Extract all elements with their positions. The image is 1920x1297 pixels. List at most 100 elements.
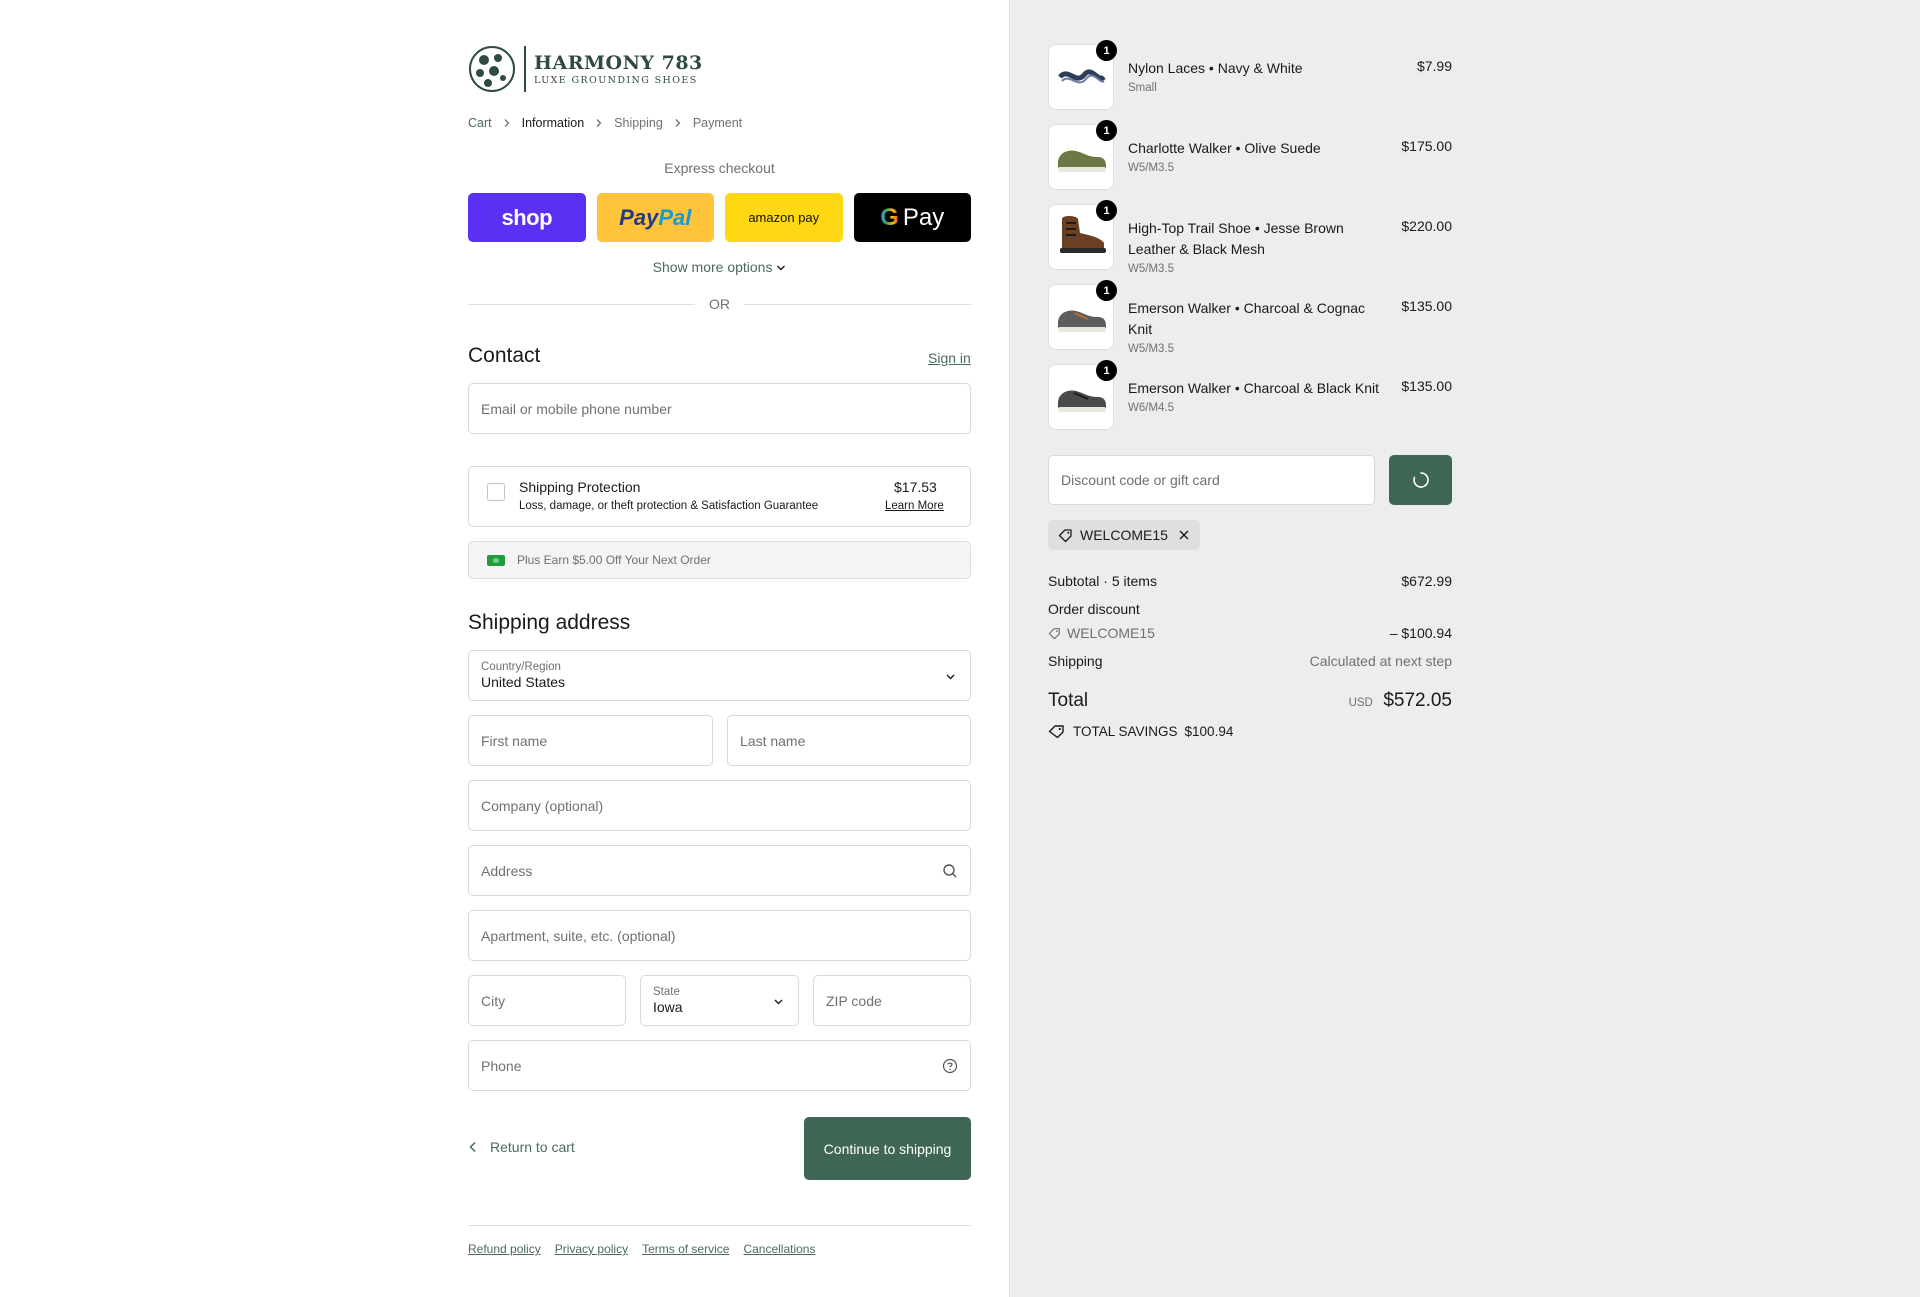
- first-name-field[interactable]: [468, 715, 713, 766]
- last-name-field[interactable]: [727, 715, 971, 766]
- amazon-pay-button[interactable]: amazon pay: [725, 193, 843, 242]
- cancellations-link[interactable]: Cancellations: [743, 1242, 815, 1256]
- item-name: Nylon Laces • Navy & White: [1128, 60, 1303, 76]
- learn-more-link[interactable]: Learn More: [885, 500, 944, 512]
- item-info: Nylon Laces • Navy & White Small: [1128, 58, 1388, 97]
- brand-name: HARMONY 783: [534, 52, 703, 74]
- express-checkout-buttons: shop Pay Pal amazon pay G Pay: [468, 193, 971, 242]
- apartment-field[interactable]: [468, 910, 971, 961]
- item-variant: W6/M4.5: [1128, 402, 1175, 414]
- paypal-label-pal: Pal: [658, 204, 692, 230]
- item-price: $220.00: [1401, 218, 1452, 234]
- subtotal-label: Subtotal · 5 items: [1048, 573, 1157, 589]
- state-value: Iowa: [653, 999, 683, 1015]
- phone-field[interactable]: [468, 1040, 971, 1091]
- apartment-input[interactable]: [481, 927, 958, 944]
- or-divider: OR: [468, 296, 971, 312]
- state-select[interactable]: State Iowa: [640, 975, 799, 1026]
- express-checkout-label: Express checkout: [664, 160, 775, 176]
- applied-discount-chip: WELCOME15: [1048, 520, 1200, 550]
- logo-divider: [524, 46, 526, 92]
- shoe-image: [1058, 310, 1106, 332]
- email-input[interactable]: [481, 400, 958, 417]
- product-thumbnail: 1: [1048, 40, 1117, 110]
- breadcrumb-information: Information: [521, 116, 585, 130]
- total-label: Total: [1048, 690, 1089, 711]
- last-name-input[interactable]: [740, 732, 958, 749]
- terms-of-service-link[interactable]: Terms of service: [642, 1242, 729, 1256]
- item-price: $7.99: [1416, 58, 1452, 74]
- item-name: Charlotte Walker • Olive Suede: [1128, 140, 1321, 156]
- savings-label: TOTAL SAVINGS: [1073, 724, 1178, 739]
- item-price: $175.00: [1401, 138, 1452, 154]
- rewards-banner: Plus Earn $5.00 Off Your Next Order: [468, 541, 971, 579]
- return-to-cart-link[interactable]: Return to cart: [468, 1139, 575, 1155]
- sign-in-link[interactable]: Sign in: [928, 350, 971, 366]
- phone-input[interactable]: [481, 1057, 958, 1074]
- help-circle-icon[interactable]: [942, 1058, 958, 1074]
- shipping-protection-checkbox[interactable]: [487, 483, 505, 501]
- breadcrumb-payment: Payment: [692, 116, 743, 130]
- zip-field[interactable]: [813, 975, 971, 1026]
- protection-subtitle: Loss, damage, or theft protection & Sati…: [519, 500, 819, 512]
- google-pay-label: Pay: [902, 203, 945, 231]
- breadcrumb-cart[interactable]: Cart: [468, 116, 492, 130]
- or-label: OR: [709, 296, 730, 312]
- close-icon[interactable]: [1178, 529, 1190, 541]
- company-field[interactable]: [468, 780, 971, 831]
- first-name-input[interactable]: [481, 732, 700, 749]
- total-row: Total USD $572.05: [1048, 690, 1452, 712]
- logo-icon: [469, 46, 515, 92]
- item-price: $135.00: [1401, 378, 1452, 394]
- product-thumbnail: 1: [1048, 360, 1117, 430]
- item-name: Emerson Walker • Charcoal & Black Knit: [1128, 380, 1380, 396]
- order-discount-row: Order discount: [1048, 601, 1452, 617]
- chevron-right-icon: [596, 119, 602, 127]
- chevron-down-icon: [777, 265, 786, 271]
- tag-icon: [1048, 627, 1060, 639]
- quantity-badge: 1: [1096, 120, 1117, 141]
- shipping-row: Shipping Calculated at next step: [1048, 653, 1452, 669]
- apply-discount-button[interactable]: [1389, 455, 1452, 505]
- country-value: United States: [481, 674, 566, 690]
- brand-tagline: LUXE GROUNDING SHOES: [534, 75, 698, 86]
- discount-input[interactable]: [1061, 472, 1362, 488]
- shoe-image: [1058, 390, 1106, 412]
- product-thumbnail: 1: [1048, 280, 1117, 350]
- item-variant: W5/M3.5: [1128, 343, 1175, 355]
- company-input[interactable]: [481, 797, 958, 814]
- show-more-options-button[interactable]: Show more options: [468, 259, 971, 275]
- chevron-left-icon: [469, 1141, 476, 1153]
- paypal-button[interactable]: Pay Pal: [596, 193, 714, 242]
- google-pay-button[interactable]: G Pay: [853, 193, 971, 242]
- logo-text: HARMONY 783 LUXE GROUNDING SHOES: [534, 52, 703, 86]
- refund-policy-link[interactable]: Refund policy: [468, 1242, 541, 1256]
- zip-input[interactable]: [826, 992, 958, 1009]
- amazon-pay-label: amazon pay: [748, 210, 820, 225]
- applied-code: WELCOME15: [1080, 527, 1168, 543]
- rewards-text: Plus Earn $5.00 Off Your Next Order: [517, 553, 711, 567]
- footer-links: Refund policy Privacy policy Terms of se…: [468, 1225, 971, 1256]
- item-name: High-Top Trail Shoe • Jesse Brown Leathe…: [1128, 220, 1344, 257]
- protection-title: Shipping Protection: [519, 479, 641, 495]
- email-field[interactable]: [468, 383, 971, 434]
- shipping-address-heading: Shipping address: [468, 611, 631, 634]
- total-value: $572.05: [1383, 690, 1452, 711]
- city-field[interactable]: [468, 975, 626, 1026]
- chevron-down-icon: [946, 674, 955, 680]
- item-name: Emerson Walker • Charcoal & Cognac Knit: [1128, 300, 1366, 337]
- address-input[interactable]: [481, 862, 958, 879]
- discount-value: – $100.94: [1389, 625, 1452, 641]
- country-select[interactable]: Country/Region United States: [468, 650, 971, 701]
- privacy-policy-link[interactable]: Privacy policy: [555, 1242, 628, 1256]
- shipping-value: Calculated at next step: [1309, 653, 1452, 669]
- address-field[interactable]: [468, 845, 971, 896]
- brand-logo[interactable]: HARMONY 783 LUXE GROUNDING SHOES: [468, 44, 703, 94]
- total-savings: TOTAL SAVINGS $100.94: [1048, 724, 1233, 739]
- order-discount-label: Order discount: [1048, 601, 1140, 617]
- discount-field[interactable]: [1048, 455, 1375, 505]
- tag-icon: [1048, 725, 1064, 739]
- shop-pay-button[interactable]: shop: [468, 193, 586, 242]
- city-input[interactable]: [481, 992, 613, 1009]
- continue-to-shipping-button[interactable]: Continue to shipping: [804, 1117, 971, 1180]
